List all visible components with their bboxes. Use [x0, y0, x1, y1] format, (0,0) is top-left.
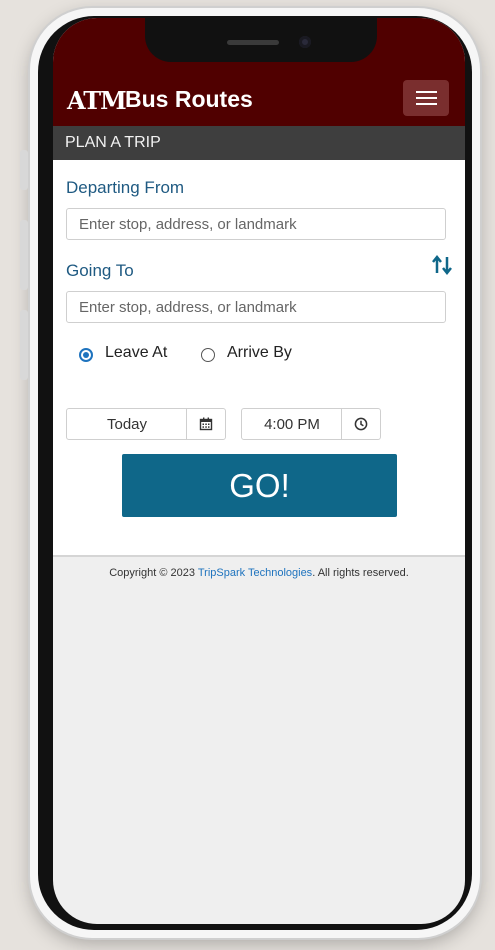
side-button-volume-down	[20, 310, 28, 380]
copyright-footer: Copyright © 2023 TripSpark Technologies.…	[53, 567, 465, 579]
arrive-by-label[interactable]: Arrive By	[227, 344, 292, 362]
plan-trip-title: PLAN A TRIP	[65, 134, 161, 151]
copyright-text: Copyright © 2023	[109, 567, 198, 579]
phone-notch	[145, 18, 377, 62]
hamburger-menu-icon	[416, 91, 437, 93]
hamburger-line	[416, 97, 437, 99]
departing-from-label: Departing From	[66, 178, 185, 197]
arrive-by-radio[interactable]	[201, 348, 215, 362]
date-value[interactable]: Today	[67, 409, 187, 439]
app-title: Bus Routes	[125, 86, 253, 112]
time-picker-button[interactable]	[341, 409, 380, 439]
tripspark-link[interactable]: TripSpark Technologies	[198, 567, 312, 579]
plan-trip-bar: PLAN A TRIP	[53, 126, 465, 160]
hamburger-line	[416, 103, 437, 105]
calendar-icon	[199, 417, 213, 431]
side-button-volume-up	[20, 220, 28, 290]
front-camera	[299, 36, 311, 48]
departing-from-input[interactable]	[66, 208, 446, 240]
side-button-mute	[20, 150, 28, 190]
tamu-logo: ATM	[67, 86, 127, 115]
go-button[interactable]: GO!	[122, 454, 397, 517]
swap-vertical-arrows-icon[interactable]	[431, 254, 453, 276]
phone-screen: ATM Bus Routes PLAN A TRIP Departing Fro…	[53, 18, 465, 924]
date-picker[interactable]: Today	[66, 408, 226, 440]
going-to-input[interactable]	[66, 291, 446, 323]
time-value[interactable]: 4:00 PM	[242, 409, 342, 439]
going-to-label: Going To	[66, 261, 134, 280]
clock-icon	[354, 417, 368, 431]
leave-at-radio[interactable]	[79, 348, 93, 362]
rights-text: . All rights reserved.	[312, 567, 409, 579]
date-picker-button[interactable]	[186, 409, 225, 439]
time-picker[interactable]: 4:00 PM	[241, 408, 381, 440]
hamburger-menu-button[interactable]	[403, 80, 449, 116]
speaker-grille	[227, 40, 279, 45]
leave-at-label[interactable]: Leave At	[105, 344, 167, 362]
